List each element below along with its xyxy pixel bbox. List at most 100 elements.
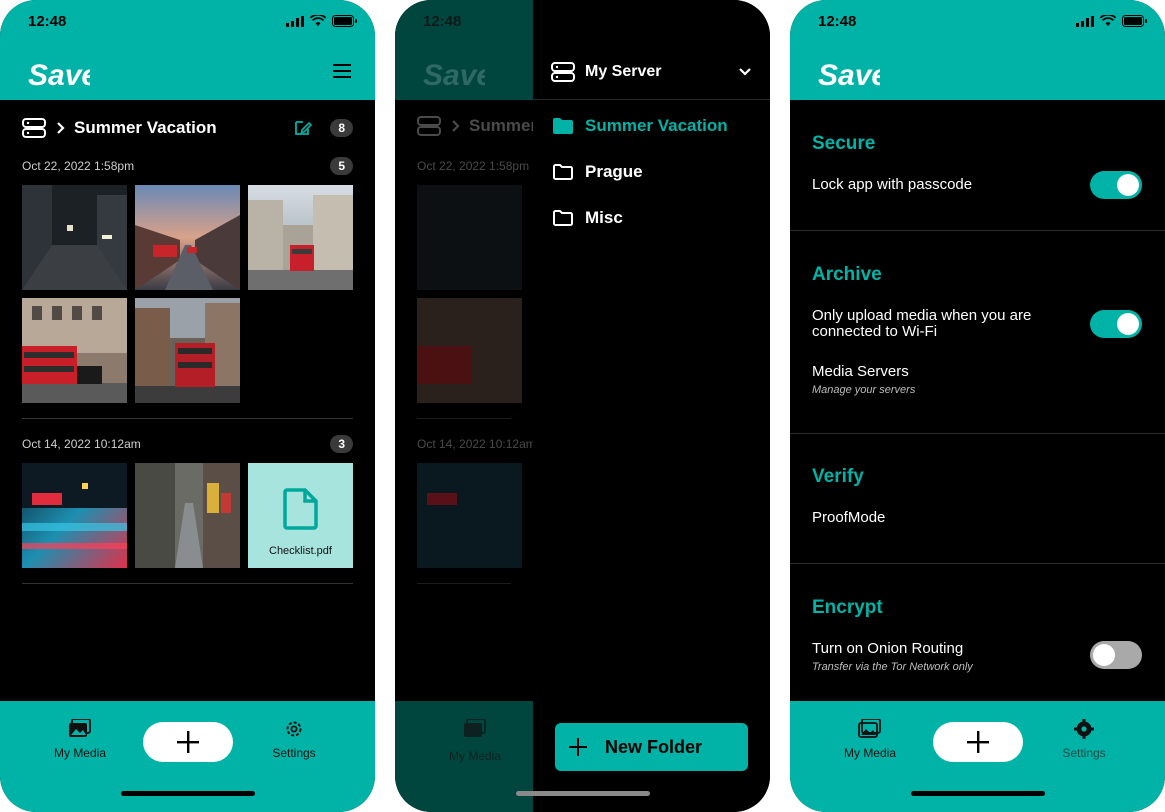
lock-passcode-label: Lock app with passcode bbox=[812, 176, 973, 193]
nav-my-media-label: My Media bbox=[448, 749, 501, 763]
media-thumbnail[interactable] bbox=[22, 185, 127, 290]
home-indicator bbox=[911, 791, 1045, 796]
group-divider bbox=[22, 583, 353, 584]
folder-item-misc[interactable]: Misc bbox=[553, 208, 623, 228]
media-gallery-icon bbox=[464, 719, 486, 737]
media-thumbnail bbox=[417, 298, 522, 403]
status-time: 12:48 bbox=[28, 13, 67, 30]
folder-label: Summer Vacation bbox=[585, 116, 728, 135]
save-logo: Save bbox=[818, 59, 880, 92]
lock-passcode-toggle[interactable] bbox=[1090, 171, 1142, 199]
settings-list: Secure Lock app with passcode Archive On… bbox=[790, 100, 1165, 701]
wifi-only-toggle[interactable] bbox=[1090, 310, 1142, 338]
section-title-encrypt: Encrypt bbox=[812, 597, 883, 618]
folder-item-summer-vacation[interactable]: Summer Vacation bbox=[553, 116, 728, 136]
drawer-divider bbox=[533, 99, 770, 100]
media-servers-label[interactable]: Media Servers bbox=[812, 364, 909, 380]
folder-icon bbox=[553, 164, 573, 180]
section-title-secure: Secure bbox=[812, 133, 876, 154]
status-bar: 12:48 bbox=[790, 0, 1165, 44]
gear-icon bbox=[286, 721, 302, 737]
media-gallery-icon bbox=[858, 718, 881, 738]
dimmed-background[interactable]: 12:48 Save Summer Vacation Oct 22, 2022 … bbox=[395, 0, 533, 812]
status-icons bbox=[1076, 15, 1147, 27]
group-date: Oct 14, 2022 10:12am bbox=[22, 437, 141, 451]
group-divider bbox=[417, 583, 511, 584]
server-selector[interactable]: My Server bbox=[551, 56, 752, 88]
server-icon[interactable] bbox=[22, 118, 46, 138]
media-thumbnail[interactable] bbox=[22, 298, 127, 403]
server-name: My Server bbox=[585, 63, 662, 80]
plus-icon bbox=[569, 738, 587, 756]
media-thumbnail[interactable] bbox=[248, 185, 353, 290]
folder-drawer: My Server Summer Vacation Prague Misc Ne… bbox=[533, 0, 770, 812]
signal-icon bbox=[286, 15, 304, 27]
svg-text:Save: Save bbox=[818, 59, 880, 92]
document-icon bbox=[283, 488, 318, 530]
settings-screen: 12:48 Save Secure Lock app with passcode… bbox=[790, 0, 1165, 812]
nav-my-media[interactable]: My Media bbox=[40, 718, 120, 760]
folder-icon bbox=[553, 210, 573, 226]
proofmode-label[interactable]: ProofMode bbox=[812, 510, 885, 526]
nav-my-media[interactable]: My Media bbox=[830, 718, 910, 760]
wifi-icon bbox=[1100, 15, 1116, 26]
file-tile[interactable]: Checklist.pdf bbox=[248, 463, 353, 568]
nav-settings-label: Settings bbox=[272, 746, 316, 760]
group-divider bbox=[22, 418, 353, 419]
media-thumbnail[interactable] bbox=[135, 185, 240, 290]
bottom-nav: My Media Settings bbox=[0, 701, 375, 812]
media-thumbnail[interactable] bbox=[135, 463, 240, 568]
add-button[interactable] bbox=[143, 722, 233, 762]
status-bar: 12:48 bbox=[0, 0, 375, 44]
chevron-right-icon bbox=[452, 120, 460, 132]
group-date: Oct 22, 2022 1:58pm bbox=[417, 159, 530, 173]
dimmed-bottom-nav: My Media bbox=[395, 701, 533, 812]
nav-settings[interactable]: Settings bbox=[254, 719, 334, 760]
folder-filled-icon bbox=[553, 118, 573, 134]
group-count-badge: 5 bbox=[330, 157, 353, 175]
media-thumbnail[interactable] bbox=[135, 298, 240, 403]
server-icon bbox=[417, 116, 441, 136]
save-logo: Save bbox=[423, 59, 485, 92]
media-thumbnail[interactable] bbox=[22, 463, 127, 568]
folder-label: Prague bbox=[585, 162, 643, 181]
section-title-archive: Archive bbox=[812, 264, 882, 285]
status-time: 12:48 bbox=[818, 13, 857, 30]
drawer-screen: 12:48 Save Summer Vacation Oct 22, 2022 … bbox=[395, 0, 770, 812]
app-header: 12:48 Save bbox=[790, 0, 1165, 100]
dimmed-breadcrumb: Summer Vacation bbox=[417, 116, 533, 136]
onion-routing-toggle[interactable] bbox=[1090, 641, 1142, 669]
media-thumbnail bbox=[417, 185, 522, 290]
nav-my-media-label: My Media bbox=[53, 746, 106, 760]
battery-icon bbox=[1122, 15, 1147, 27]
new-folder-label: New Folder bbox=[605, 736, 703, 757]
add-button[interactable] bbox=[933, 722, 1023, 762]
home-indicator bbox=[121, 791, 255, 796]
plus-icon bbox=[177, 731, 199, 753]
app-header: 12:48 Save bbox=[0, 0, 375, 100]
svg-text:Save: Save bbox=[423, 59, 485, 92]
file-name: Checklist.pdf bbox=[269, 545, 332, 557]
save-logo: Save bbox=[28, 59, 90, 92]
chevron-down-icon bbox=[739, 68, 751, 76]
onion-routing-label: Turn on Onion Routing bbox=[812, 640, 964, 657]
media-screen: 12:48 Save Summer Vacation 8 Oct 22, 202… bbox=[0, 0, 375, 812]
hamburger-menu-icon[interactable] bbox=[333, 64, 351, 78]
home-indicator bbox=[516, 791, 650, 796]
group-date: Oct 22, 2022 1:58pm bbox=[22, 159, 135, 173]
section-divider bbox=[790, 230, 1165, 231]
wifi-icon bbox=[310, 15, 326, 26]
media-servers-sub: Manage your servers bbox=[812, 384, 916, 396]
svg-text:Save: Save bbox=[28, 59, 90, 92]
breadcrumb-title: Summer Vacation bbox=[469, 116, 533, 135]
folder-item-prague[interactable]: Prague bbox=[553, 162, 643, 182]
new-folder-button[interactable]: New Folder bbox=[555, 723, 748, 771]
nav-settings[interactable]: Settings bbox=[1044, 719, 1124, 760]
edit-folder-icon[interactable] bbox=[294, 119, 313, 137]
wifi-only-label-line2: connected to Wi-Fi bbox=[812, 323, 938, 340]
section-divider bbox=[790, 563, 1165, 564]
group-date: Oct 14, 2022 10:12am bbox=[417, 437, 533, 451]
section-divider bbox=[790, 433, 1165, 434]
bottom-nav: My Media Settings bbox=[790, 701, 1165, 812]
wifi-only-label-line1: Only upload media when you are bbox=[812, 307, 1032, 324]
